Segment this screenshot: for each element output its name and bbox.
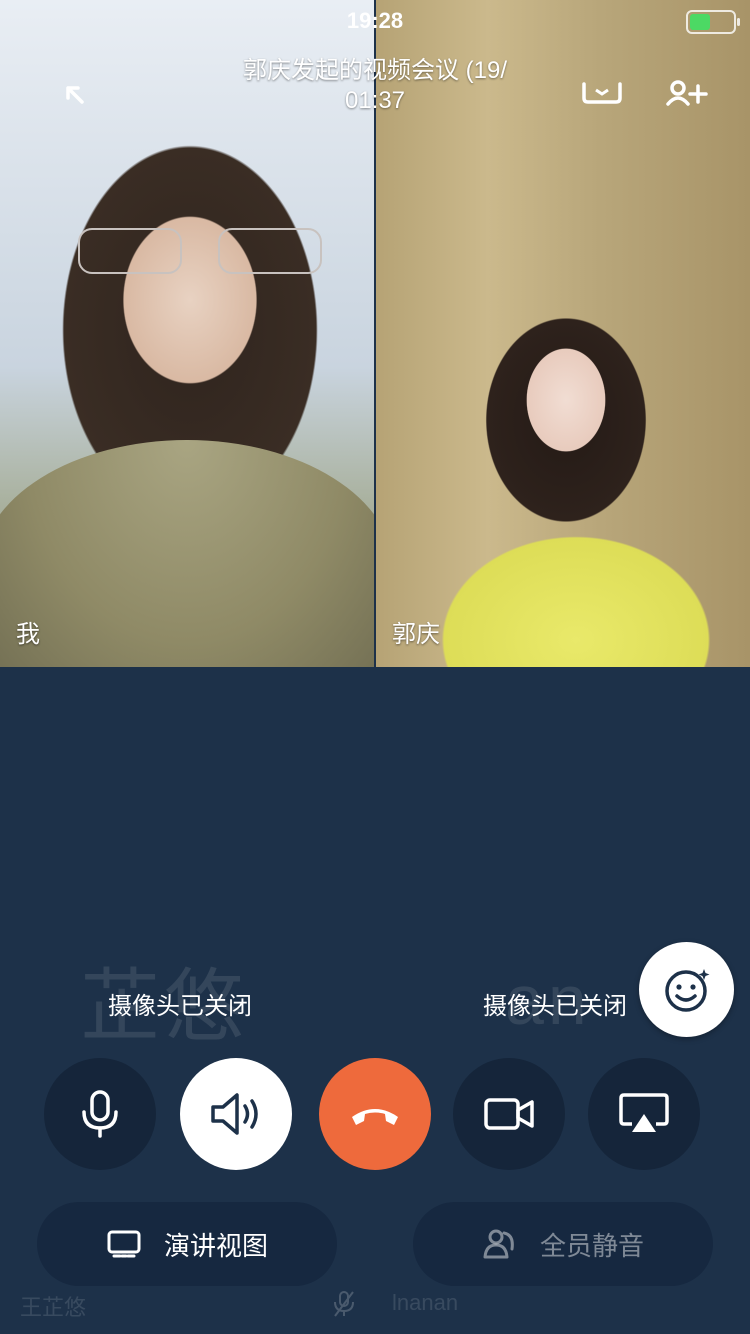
screen-share-icon bbox=[619, 1093, 669, 1132]
minimize-icon bbox=[66, 86, 84, 104]
speaker-icon bbox=[211, 1093, 258, 1135]
phone-hangup-icon bbox=[352, 1109, 398, 1125]
screen-share-button[interactable] bbox=[588, 1058, 700, 1170]
mute-all-button[interactable]: 全员静音 bbox=[413, 1202, 713, 1286]
add-member-icon bbox=[666, 80, 708, 106]
meeting-title-text: 郭庆发起的视频会议 (19/ bbox=[242, 57, 508, 84]
microphone-icon bbox=[82, 1090, 118, 1138]
mute-all-icon bbox=[483, 1229, 514, 1259]
face-smile-icon bbox=[664, 968, 709, 1012]
microphone-button[interactable] bbox=[44, 1058, 156, 1170]
mute-all-label: 全员静音 bbox=[539, 1230, 644, 1261]
minimize-button[interactable] bbox=[56, 76, 96, 112]
hang-up-button[interactable] bbox=[319, 1058, 431, 1170]
speaker-button[interactable] bbox=[180, 1058, 292, 1170]
tile-label-me: 我 bbox=[16, 621, 40, 648]
beauty-filter-button[interactable] bbox=[639, 942, 734, 1037]
video-camera-button[interactable] bbox=[453, 1058, 565, 1170]
participant-name-right: lnanan bbox=[392, 1290, 459, 1315]
video-feed-detail bbox=[78, 228, 328, 274]
video-feed-me bbox=[0, 440, 374, 667]
presentation-view-button[interactable]: 演讲视图 bbox=[37, 1202, 337, 1286]
battery-charging-icon bbox=[686, 10, 740, 34]
participant-name-left: 王芷悠 bbox=[20, 1295, 87, 1320]
video-camera-icon bbox=[484, 1098, 534, 1130]
tile-label-guoqing: 郭庆 bbox=[392, 621, 440, 648]
camera-off-label-right: 摄像头已关闭 bbox=[483, 993, 627, 1020]
presentation-view-icon bbox=[107, 1230, 141, 1258]
camera-switch-button[interactable] bbox=[580, 76, 622, 112]
camera-off-label-left: 摄像头已关闭 bbox=[108, 993, 252, 1020]
presentation-view-label: 演讲视图 bbox=[163, 1230, 268, 1261]
meeting-timer: 01:37 bbox=[344, 87, 406, 114]
add-member-button[interactable] bbox=[664, 76, 708, 112]
camera-switch-icon bbox=[582, 82, 622, 104]
muted-mic-icon bbox=[334, 1291, 354, 1317]
status-bar-time: 19:28 bbox=[346, 8, 404, 33]
meeting-title: 郭庆发起的视频会议 (19/ 01:37 bbox=[210, 56, 540, 116]
